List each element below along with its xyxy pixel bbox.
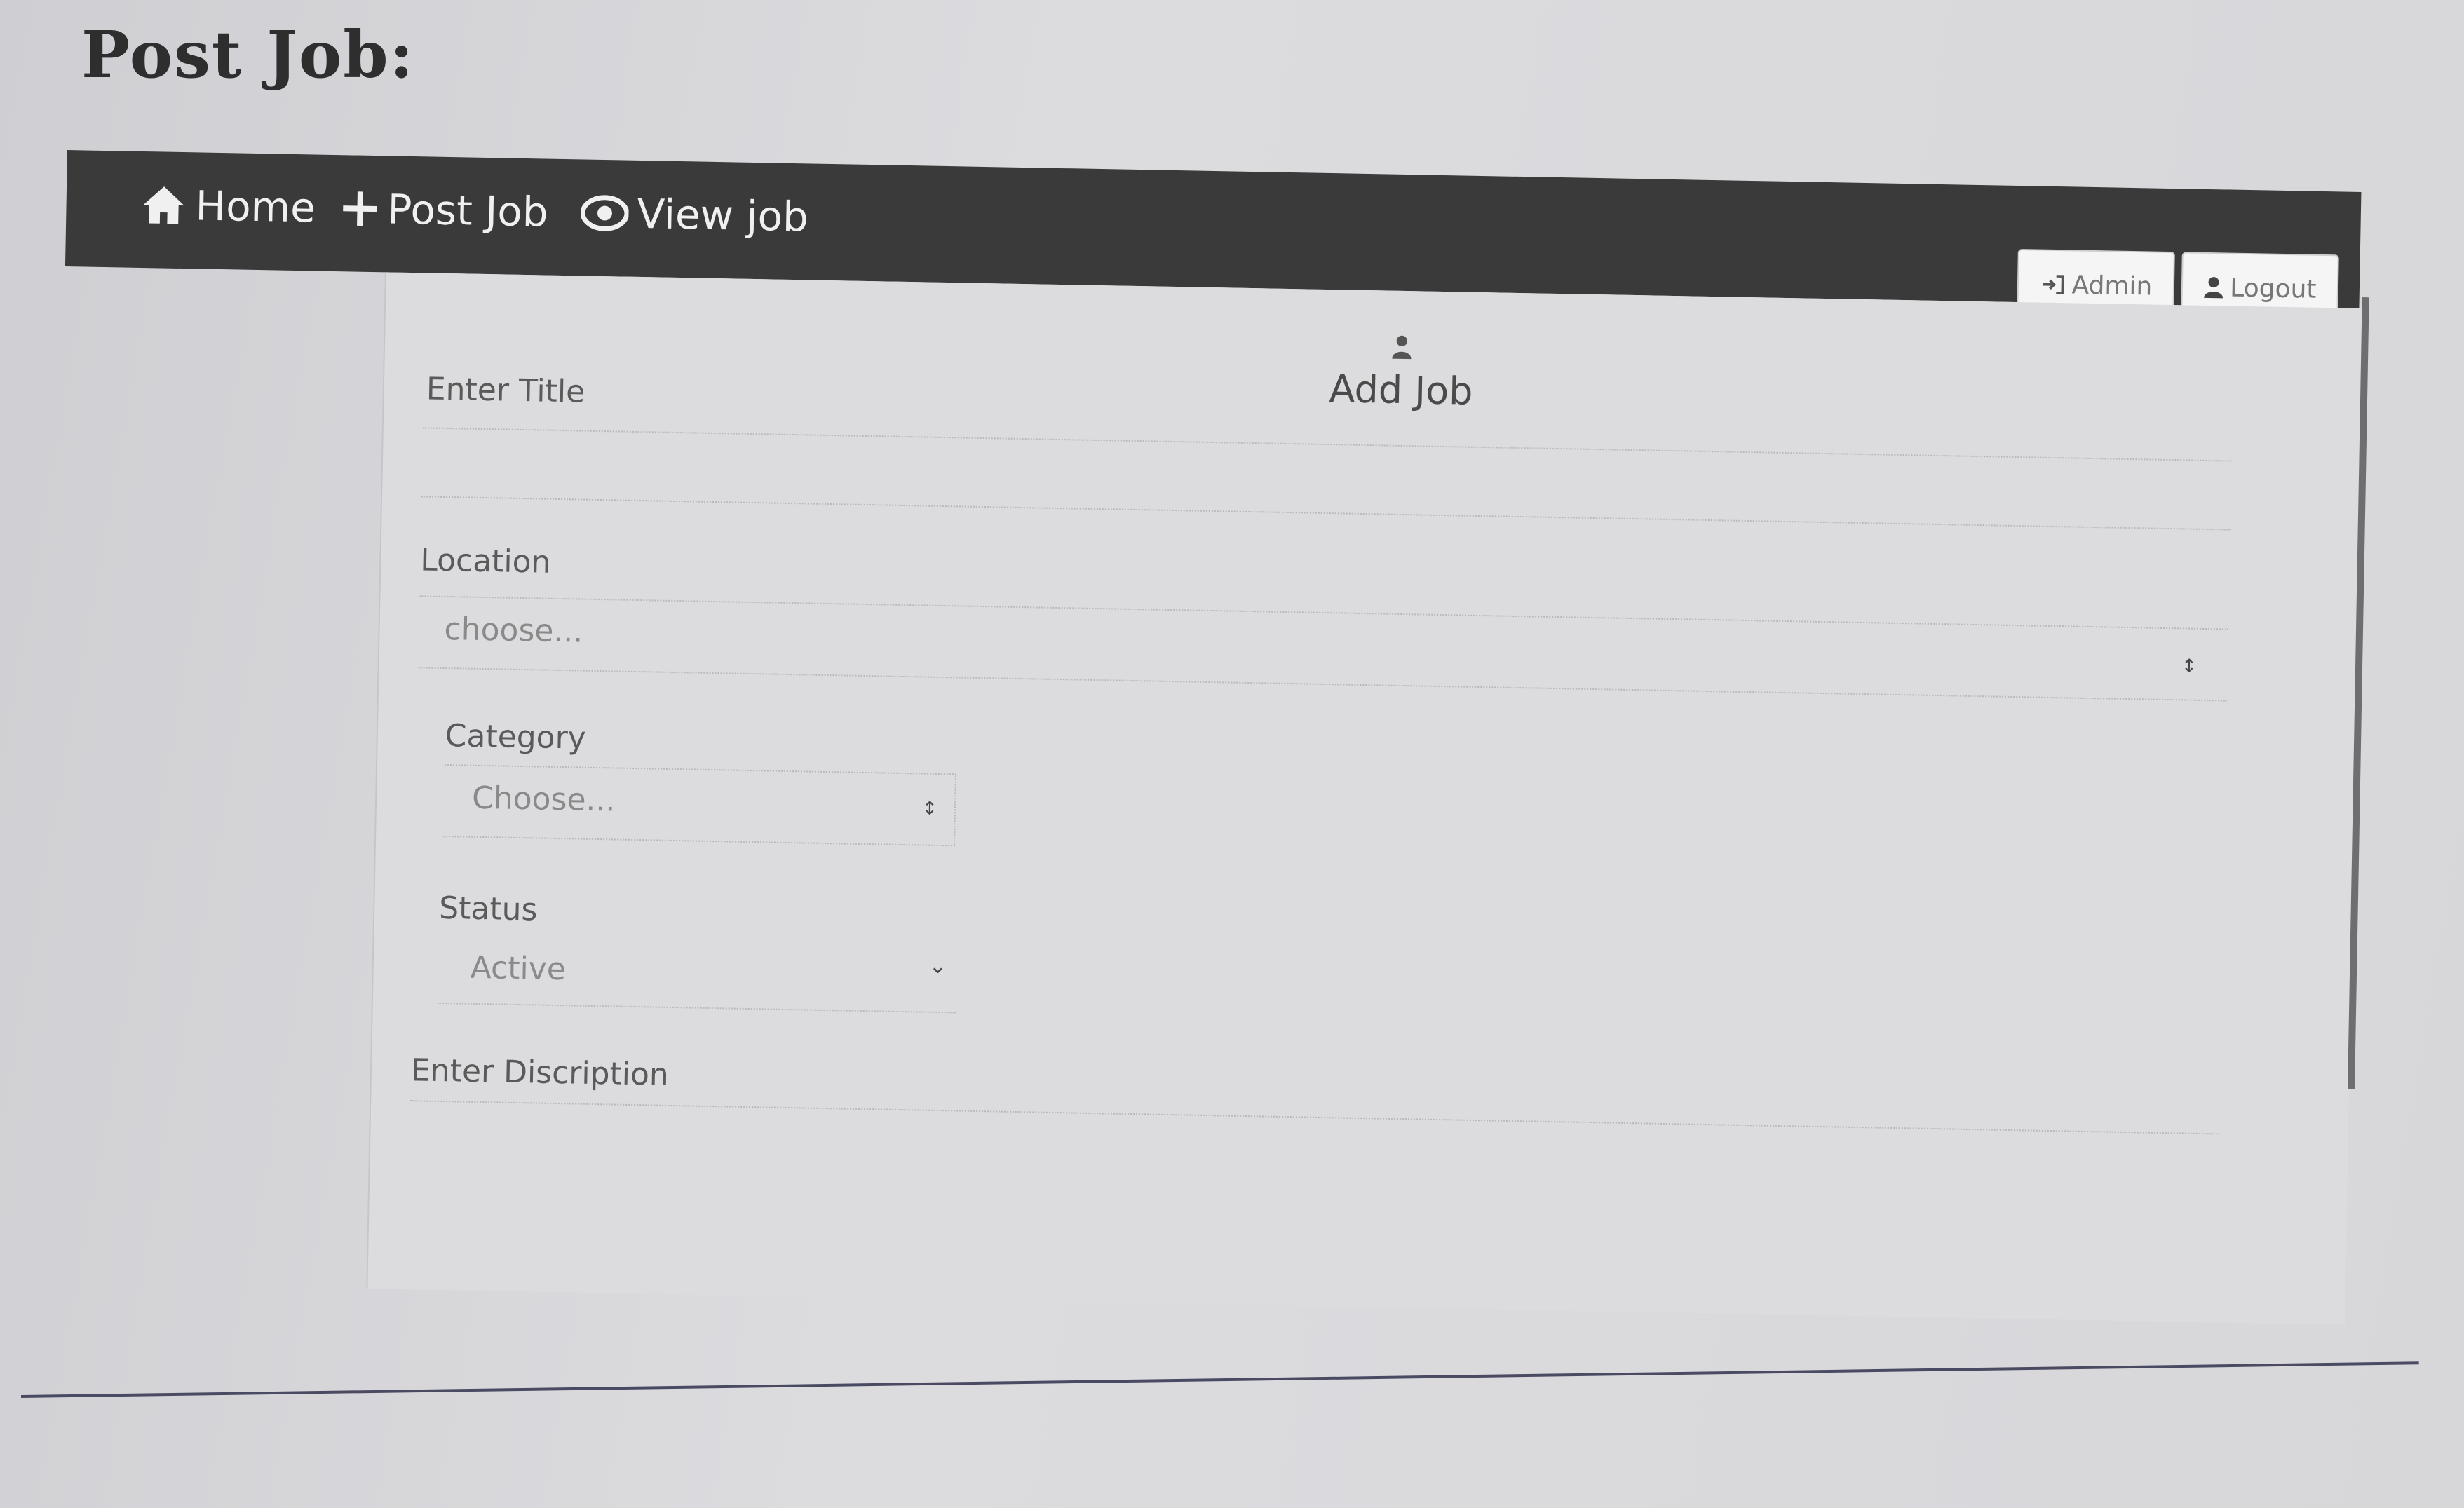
nav-view-job-label: View job bbox=[636, 189, 809, 241]
status-select-value: Active bbox=[470, 949, 567, 988]
plus-icon bbox=[341, 189, 379, 228]
location-select-arrow-icon: ↕ bbox=[2181, 655, 2198, 677]
nav-post-job-link[interactable]: Post Job bbox=[341, 184, 548, 236]
user-icon bbox=[1388, 333, 1416, 365]
user-icon bbox=[2203, 276, 2225, 300]
category-label: Category bbox=[445, 718, 587, 756]
logout-button-label: Logout bbox=[2229, 273, 2317, 304]
nav-home-link[interactable]: Home bbox=[140, 181, 316, 232]
location-label: Location bbox=[419, 542, 551, 580]
admin-button-label: Admin bbox=[2071, 270, 2153, 301]
location-select-value: choose... bbox=[444, 611, 583, 650]
add-job-card: Add Job Enter Title Location choose... ↕… bbox=[366, 272, 2364, 1325]
status-select-chevron-down-icon: ⌄ bbox=[928, 953, 947, 979]
title-input[interactable] bbox=[421, 427, 2232, 531]
description-label: Enter Discription bbox=[410, 1052, 670, 1093]
title-label: Enter Title bbox=[426, 371, 585, 410]
eye-icon bbox=[580, 193, 629, 232]
category-select-arrow-icon: ↕ bbox=[921, 798, 938, 820]
description-textarea[interactable] bbox=[408, 1100, 2219, 1247]
document-heading: Post Job: bbox=[81, 17, 415, 93]
app-window: Home Post Job View job Admin Logout Add … bbox=[45, 150, 2381, 1398]
category-select-value: Choose... bbox=[471, 780, 616, 819]
home-icon bbox=[140, 184, 187, 226]
add-job-header: Add Job bbox=[1295, 331, 1507, 414]
status-label: Status bbox=[438, 890, 538, 928]
sign-in-icon bbox=[2039, 274, 2066, 296]
nav-post-job-label: Post Job bbox=[386, 185, 549, 236]
nav-view-job-link[interactable]: View job bbox=[580, 189, 809, 241]
location-select[interactable] bbox=[418, 595, 2229, 702]
add-job-title: Add Job bbox=[1329, 367, 1474, 414]
page: Post Job: Home Post Job View job Admin L… bbox=[0, 0, 2464, 1508]
nav-home-label: Home bbox=[194, 182, 316, 232]
